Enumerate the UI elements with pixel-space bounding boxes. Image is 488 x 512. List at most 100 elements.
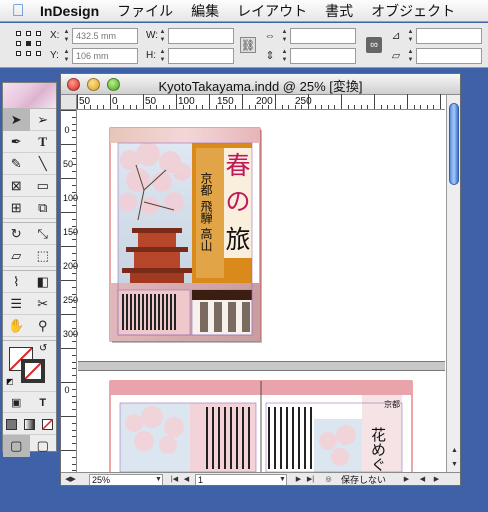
rectangle-tool-icon[interactable]: ▭ (30, 175, 57, 197)
apply-none-icon[interactable] (41, 418, 53, 430)
menu-object[interactable]: オブジェクト (362, 1, 464, 21)
ruler-origin[interactable] (61, 95, 77, 110)
selection-tool-icon[interactable]: ➤ (3, 109, 30, 131)
type-tool-icon[interactable]: T (30, 131, 57, 153)
scale-tool-icon[interactable]: ⤡ (30, 223, 57, 245)
zoom-level-field[interactable]: 25% (89, 474, 163, 485)
ruler-tick (176, 94, 177, 109)
scale-y-stepper[interactable]: ▲ ▼ (280, 48, 289, 64)
w-stepper[interactable]: ▲ ▼ (158, 28, 167, 44)
preflight-icon[interactable]: ◎ (323, 474, 334, 485)
w-field[interactable] (168, 28, 234, 44)
h-field[interactable] (168, 48, 234, 64)
scroll-up-arrow-icon[interactable]: ▲ (447, 444, 460, 458)
stroke-swatch[interactable] (21, 359, 45, 383)
page-dropdown-icon[interactable]: ▼ (277, 474, 288, 485)
eyedropper-tool-icon[interactable]: ⌇ (3, 271, 30, 293)
ruler-tick (162, 105, 164, 109)
ruler-tick (72, 395, 76, 397)
scale-x-field[interactable] (290, 28, 356, 44)
gradient-tool-icon[interactable]: ◧ (30, 271, 57, 293)
free-transform-tool-icon[interactable]: ⬚ (30, 245, 57, 267)
ruler-tick (327, 105, 329, 109)
rectangle-frame-tool-icon[interactable]: ⊠ (3, 175, 30, 197)
ruler-tick (61, 314, 76, 315)
pen-tool-icon[interactable]: ✒ (3, 131, 30, 153)
ruler-tick (156, 105, 158, 109)
formatting-container-icon[interactable]: ▣ (3, 392, 30, 414)
menu-file[interactable]: ファイル (108, 1, 182, 21)
shear-tool-icon[interactable]: ▱ (3, 245, 30, 267)
ruler-tick (255, 105, 257, 109)
headline-char: 旅 (225, 225, 250, 254)
scale-y-field[interactable] (290, 48, 356, 64)
normal-view-icon[interactable]: ▢ (3, 435, 30, 457)
tools-header-logo (3, 83, 56, 109)
link-icon[interactable]: ∞ (366, 37, 382, 53)
next-page-icon[interactable]: ▶ (293, 474, 304, 485)
ruler-tick (261, 105, 263, 109)
ruler-tick (72, 184, 76, 186)
vertical-scrollbar[interactable]: ▲ ▼ (446, 95, 460, 472)
cover-page[interactable]: 春 の 旅 京都 飛騨 高山 (78, 110, 445, 361)
status-menu-icon[interactable]: ◀▶ (65, 474, 76, 485)
shear-stepper[interactable]: ▲ ▼ (406, 48, 415, 64)
rotate-stepper[interactable]: ▲ ▼ (406, 28, 415, 44)
ruler-tick (275, 94, 276, 109)
menu-layout[interactable]: レイアウト (228, 1, 316, 21)
y-field[interactable]: 106 mm (72, 48, 138, 64)
shear-field[interactable] (416, 48, 482, 64)
rotate-tool-icon[interactable]: ↻ (3, 223, 30, 245)
apply-color-icon[interactable] (6, 418, 18, 430)
hscroll-left-arrow-icon[interactable]: ◀ (417, 474, 428, 485)
status-more-icon[interactable]: ▶ (401, 474, 412, 485)
constrain-proportions-icon[interactable]: ⛓ (240, 37, 256, 53)
ruler-tick (413, 105, 415, 109)
apply-gradient-icon[interactable] (23, 418, 35, 430)
ruler-tick (433, 105, 435, 109)
spread-pages[interactable]: 京都 花めぐ (78, 371, 445, 472)
last-page-icon[interactable]: ▶| (305, 474, 316, 485)
pencil-tool-icon[interactable]: ✎ (3, 153, 30, 175)
apple-menu-icon[interactable]:  (0, 1, 36, 21)
document-title-bar[interactable]: KyotoTakayama.indd @ 25% [変換] (61, 74, 460, 95)
horizontal-ruler[interactable]: 50 0 50 100 150 200 250 (77, 94, 445, 110)
fill-stroke-swatches[interactable]: ↺ ◩ (3, 341, 56, 391)
default-fill-stroke-icon[interactable]: ◩ (6, 377, 14, 386)
rotate-field[interactable] (416, 28, 482, 44)
zoom-tool-icon[interactable]: ⚲ (30, 315, 57, 337)
x-stepper[interactable]: ▲ ▼ (62, 28, 71, 44)
first-page-icon[interactable]: |◀ (169, 474, 180, 485)
y-stepper[interactable]: ▲ ▼ (62, 48, 71, 64)
menu-edit[interactable]: 編集 (182, 1, 228, 21)
ruler-tick (72, 286, 76, 288)
swap-fill-stroke-icon[interactable]: ↺ (39, 343, 47, 354)
scissors-frame-tool-icon[interactable]: ⧉ (30, 197, 57, 219)
h-stepper[interactable]: ▲ ▼ (158, 48, 167, 64)
menu-app-name[interactable]: InDesign (36, 3, 108, 19)
page-number-field[interactable]: 1 (195, 474, 287, 485)
document-canvas[interactable]: 春 の 旅 京都 飛騨 高山 京都 花めぐ (78, 110, 445, 472)
line-tool-icon[interactable]: ╲ (30, 153, 57, 175)
button-tool-icon[interactable]: ⊞ (3, 197, 30, 219)
zoom-dropdown-icon[interactable]: ▼ (153, 474, 164, 485)
spread-subtitle: 京都 (384, 399, 400, 409)
ruler-tick (61, 348, 76, 349)
vertical-ruler[interactable]: 0 50 100 150 200 250 300 0 (61, 110, 78, 472)
previous-page-icon[interactable]: ◀ (181, 474, 192, 485)
hscroll-right-arrow-icon[interactable]: ▶ (431, 474, 442, 485)
vertical-scroll-thumb[interactable] (449, 103, 459, 185)
preview-view-icon[interactable]: ▢ (30, 435, 57, 457)
scissors-tool-icon[interactable]: ✂ (30, 293, 57, 315)
reference-point-selector[interactable] (16, 31, 42, 57)
scroll-down-arrow-icon[interactable]: ▼ (447, 458, 460, 472)
direct-selection-tool-icon[interactable]: ➢ (30, 109, 57, 131)
scale-x-stepper[interactable]: ▲ ▼ (280, 28, 289, 44)
x-field[interactable]: 432.5 mm (72, 28, 138, 44)
gradient-feather-tool-icon[interactable]: ☰ (3, 293, 30, 315)
formatting-text-icon[interactable]: T (30, 392, 57, 414)
ruler-tick (72, 205, 76, 207)
menu-type[interactable]: 書式 (316, 1, 362, 21)
ruler-tick (387, 105, 389, 109)
hand-tool-icon[interactable]: ✋ (3, 315, 30, 337)
